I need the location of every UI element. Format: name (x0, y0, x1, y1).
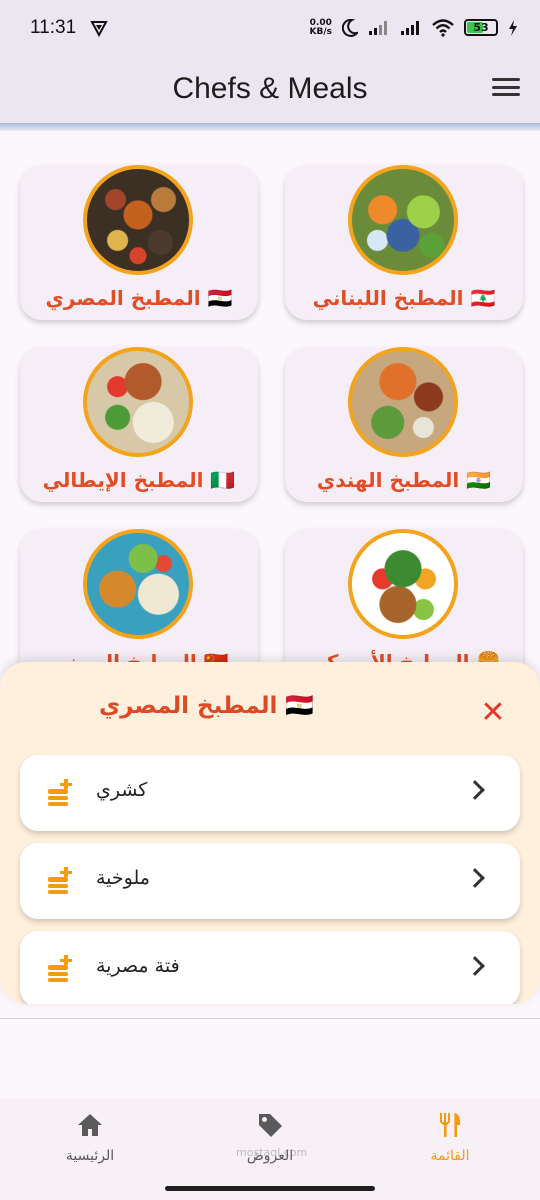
indian-food-image (348, 347, 458, 457)
cuisine-card-lebanese[interactable]: 🇱🇧 المطبخ اللبناني (285, 165, 523, 320)
cuisine-label: 🇪🇬 المطبخ المصري (45, 286, 233, 310)
meal-name: كشري (96, 779, 148, 801)
cuisine-label: 🇱🇧 المطبخ اللبناني (312, 286, 496, 310)
sheet-title: 🇪🇬 المطبخ المصري (99, 693, 314, 719)
egyptian-food-image (83, 165, 193, 275)
vegetable-basket-image (348, 529, 458, 639)
nav-home[interactable]: الرئيسية (0, 1110, 180, 1164)
net-speed: 0.00 KB/s (309, 18, 332, 37)
chevron-right-icon (465, 868, 485, 888)
meals-bottom-sheet: 🇪🇬 المطبخ المصري ✕ كشري ملوخية فتة مصرية (0, 662, 540, 1004)
meal-icon (48, 867, 72, 894)
home-icon (78, 1114, 102, 1136)
net-speed-unit: KB/s (309, 26, 332, 37)
lebanese-food-image (348, 165, 458, 275)
tag-icon (259, 1114, 282, 1137)
cuisine-label: 🇮🇹 المطبخ الإيطالي (42, 468, 236, 492)
meal-name: فتة مصرية (96, 955, 180, 977)
vpn-shield-icon (90, 20, 108, 37)
meal-icon (48, 955, 72, 982)
mixed-plate-image (83, 529, 193, 639)
status-right: 0.00 KB/s 53 (309, 18, 518, 37)
charging-icon (509, 19, 517, 36)
wifi-icon (432, 18, 454, 37)
meal-item-fatta[interactable]: فتة مصرية (20, 931, 520, 1004)
nav-label: الرئيسية (65, 1148, 115, 1164)
battery-level: 53 (473, 21, 489, 34)
cuisine-label: 🇮🇳 المطبخ الهندي (316, 468, 492, 492)
cuisine-card-egyptian[interactable]: 🇪🇬 المطبخ المصري (20, 165, 258, 320)
home-indicator[interactable] (165, 1186, 375, 1191)
nav-label: القائمة (430, 1148, 470, 1164)
signal-icon (369, 20, 387, 35)
cuisine-card-italian[interactable]: 🇮🇹 المطبخ الإيطالي (20, 347, 258, 502)
page-title: Chefs & Meals (172, 72, 368, 105)
cuisine-card-chinese[interactable]: 🇨🇳 المطبخ الصيني (20, 529, 258, 684)
hamburger-menu-icon[interactable] (492, 75, 520, 99)
meal-name: ملوخية (96, 867, 150, 889)
app-bar: Chefs & Meals (0, 55, 540, 123)
signal-icon-2 (401, 20, 419, 35)
italian-food-image (83, 347, 193, 457)
cuisine-card-american[interactable]: 🍔 المطبخ الأمريكي (285, 529, 523, 684)
chevron-right-icon (465, 780, 485, 800)
nav-menu[interactable]: القائمة (360, 1110, 540, 1164)
moon-icon (342, 18, 358, 37)
watermark: mostaql.com (236, 1146, 308, 1159)
meal-item-molokhia[interactable]: ملوخية (20, 843, 520, 919)
chevron-right-icon (465, 956, 485, 976)
battery-icon: 53 (464, 19, 498, 36)
close-icon[interactable]: ✕ (476, 696, 510, 730)
meal-icon (48, 779, 72, 806)
restaurant-icon (440, 1113, 461, 1137)
app-bar-shadow (0, 123, 540, 131)
status-bar: 11:31 0.00 KB/s 53 (0, 0, 540, 55)
meal-item-koshari[interactable]: كشري (20, 755, 520, 831)
cuisine-card-indian[interactable]: 🇮🇳 المطبخ الهندي (285, 347, 523, 502)
status-time: 11:31 (30, 16, 77, 38)
status-left: 11:31 (30, 17, 108, 39)
